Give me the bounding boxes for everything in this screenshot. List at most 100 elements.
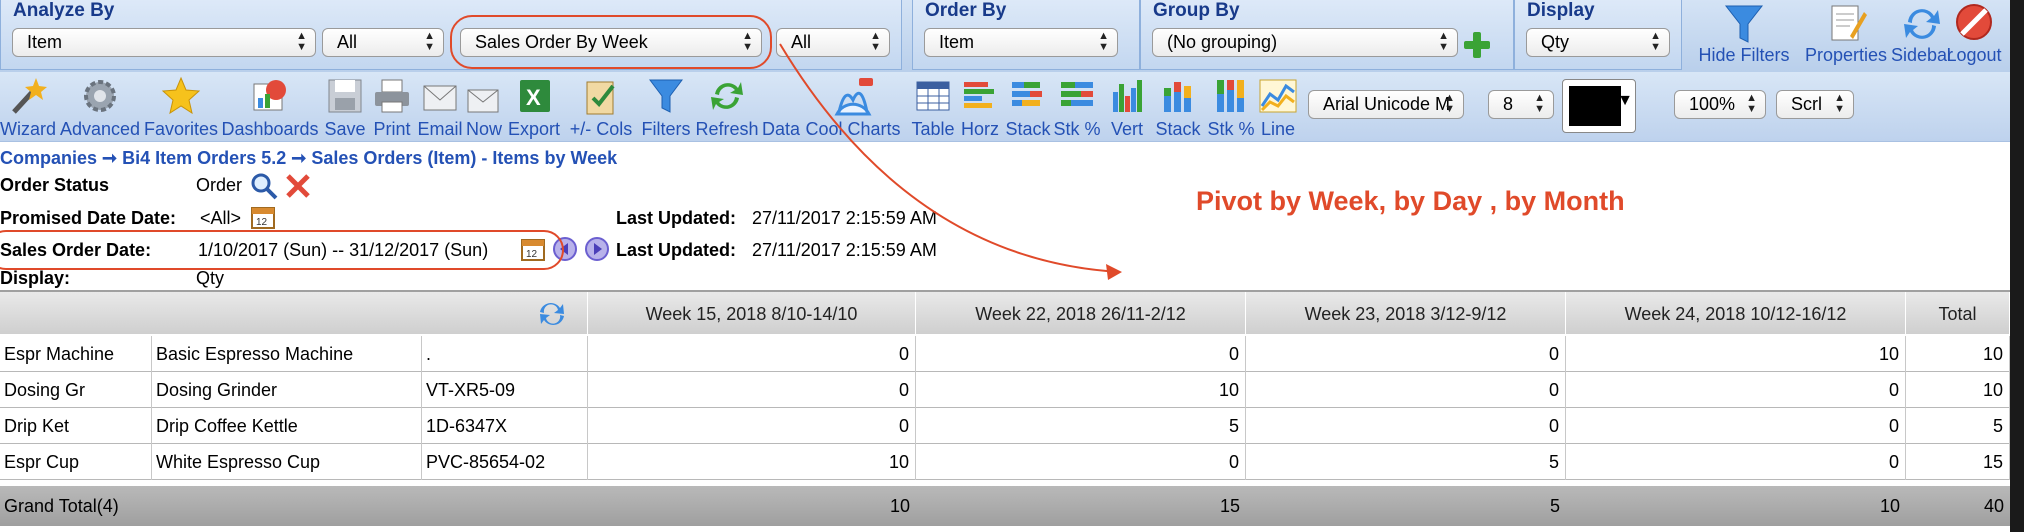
group-by-select[interactable]: (No grouping) ▲ ▼ — [1152, 28, 1458, 57]
item-code-cell: Espr Machine — [0, 336, 152, 372]
select-arrows-icon: ▲ ▼ — [296, 30, 307, 53]
dashboard-icon — [253, 80, 286, 111]
column-header-week-23[interactable]: Week 23, 2018 3/12-9/12 — [1246, 292, 1566, 336]
font-family-select[interactable]: Arial Unicode M ▲ ▼ — [1308, 90, 1464, 119]
display-select[interactable]: Qty ▲ ▼ — [1526, 28, 1670, 57]
properties-button[interactable]: Properties — [1800, 0, 1892, 70]
grand-total-cell: 10 — [1879, 496, 1900, 516]
breadcrumb: Companies ➞ Bi4 Item Orders 5.2 ➞ Sales … — [0, 148, 617, 169]
item-code-cell: Dosing Gr — [0, 372, 152, 408]
breadcrumb-item-report[interactable]: Sales Orders (Item) - Items by Week — [311, 148, 617, 168]
print-button[interactable]: Print — [368, 72, 416, 142]
close-icon[interactable] — [284, 172, 312, 200]
item-name-cell: White Espresso Cup — [152, 444, 422, 480]
column-header-total[interactable]: Total — [1906, 292, 2010, 336]
grand-total-cell: 5 — [1549, 496, 1560, 516]
value-cell: 5 — [916, 408, 1246, 444]
advanced-button[interactable]: Advanced — [58, 72, 142, 142]
font-color-picker[interactable]: ▼ — [1562, 79, 1636, 133]
analyze-by-filter-select[interactable]: All ▲ ▼ — [322, 28, 444, 57]
value-cell: 0 — [1566, 372, 1906, 408]
select-arrows-icon: ▲ ▼ — [1444, 92, 1455, 115]
analyze-by-field-select[interactable]: Item ▲ ▼ — [12, 28, 316, 57]
refresh-button[interactable]: Refresh — [694, 72, 760, 142]
wizard-wand-icon — [12, 78, 47, 114]
filters-button[interactable]: Filters — [638, 72, 694, 142]
column-header-week-22[interactable]: Week 22, 2018 26/11-2/12 — [916, 292, 1246, 336]
table-row[interactable]: Espr Machine Basic Espresso Machine . 0 … — [0, 336, 2010, 372]
order-status-label: Order Status — [0, 175, 110, 195]
select-arrows-icon: ▲ ▼ — [1534, 92, 1545, 115]
hide-filters-button[interactable]: Hide Filters — [1688, 0, 1800, 70]
add-group-icon[interactable] — [1462, 30, 1492, 60]
dashboards-button[interactable]: Dashboards — [220, 72, 320, 142]
favorites-button[interactable]: Favorites — [142, 72, 220, 142]
annotation-arrow-icon — [779, 43, 1122, 280]
scroll-select[interactable]: Scrl ▲ ▼ — [1776, 90, 1854, 119]
display-title: Display — [1527, 0, 1595, 21]
item-code-cell: Drip Ket — [0, 408, 152, 444]
columns-button[interactable]: +/- Cols — [564, 72, 638, 142]
search-icon[interactable] — [250, 172, 278, 200]
printer-icon — [375, 79, 409, 113]
wizard-button[interactable]: Wizard — [0, 72, 56, 142]
display-label: Display: — [0, 268, 71, 288]
item-sku-cell: 1D-6347X — [422, 408, 588, 444]
envelope-icon — [423, 85, 457, 111]
export-button[interactable]: X Export — [506, 72, 562, 142]
item-sku-cell: VT-XR5-09 — [422, 372, 588, 408]
grand-total-cell: 40 — [1983, 496, 2004, 516]
floppy-disk-icon — [328, 79, 362, 113]
item-code-cell: Espr Cup — [0, 444, 152, 480]
email-button[interactable]: Email — [416, 72, 464, 142]
gear-icon — [84, 80, 116, 112]
document-edit-icon — [1831, 5, 1867, 41]
column-header-week-15[interactable]: Week 15, 2018 8/10-14/10 — [588, 292, 916, 336]
breadcrumb-arrow-icon: ➞ — [291, 148, 307, 168]
column-header-week-24[interactable]: Week 24, 2018 10/12-16/12 — [1566, 292, 1906, 336]
calendar-icon[interactable]: 12 — [250, 204, 276, 230]
color-swatch — [1569, 86, 1621, 126]
stacked-column-chart-icon — [1164, 82, 1191, 112]
value-cell: 0 — [916, 444, 1246, 480]
font-size-select[interactable]: 8 ▲ ▼ — [1488, 90, 1554, 119]
select-arrows-icon: ▲ ▼ — [424, 30, 435, 53]
table-row[interactable]: Espr Cup White Espresso Cup PVC-85654-02… — [0, 444, 2010, 480]
value-cell: 0 — [1246, 372, 1566, 408]
table-header-row: Week 15, 2018 8/10-14/10 Week 22, 2018 2… — [0, 290, 2010, 336]
now-button[interactable]: Now — [464, 72, 504, 142]
svg-text:X: X — [526, 85, 541, 110]
select-arrows-icon: ▲ ▼ — [1746, 92, 1757, 115]
period-select-highlight — [450, 15, 772, 69]
stacked-percent-vertical-button[interactable]: Stk % — [1204, 72, 1258, 142]
value-cell: 0 — [1566, 408, 1906, 444]
item-sku-cell: PVC-85654-02 — [422, 444, 588, 480]
logout-button[interactable]: Logout — [1924, 0, 2024, 70]
date-range-highlight — [0, 230, 564, 270]
order-by-title: Order By — [925, 0, 1007, 21]
breadcrumb-item-bi4[interactable]: Bi4 Item Orders 5.2 — [122, 148, 286, 168]
grand-total-cell: 10 — [889, 496, 910, 516]
value-cell: 0 — [916, 336, 1246, 372]
total-cell: 10 — [1906, 372, 2010, 408]
table-row[interactable]: Dosing Gr Dosing Grinder VT-XR5-09 0 10 … — [0, 372, 2010, 408]
value-cell: 0 — [588, 408, 916, 444]
breadcrumb-arrow-icon: ➞ — [102, 148, 118, 168]
grand-total-row: Grand Total(4) 10 15 5 10 40 — [0, 486, 2010, 526]
logout-icon — [1956, 4, 1992, 40]
swap-axes-icon[interactable] — [536, 300, 568, 328]
stacked-vertical-button[interactable]: Stack — [1152, 72, 1204, 142]
total-cell: 10 — [1906, 336, 2010, 372]
table-row[interactable]: Drip Ket Drip Coffee Kettle 1D-6347X 0 5… — [0, 408, 2010, 444]
stacked-percent-column-icon — [1217, 80, 1244, 112]
order-status-value: Order — [196, 175, 243, 195]
refresh-icon — [711, 82, 743, 110]
line-chart-button[interactable]: Line — [1256, 72, 1300, 142]
breadcrumb-item-companies[interactable]: Companies — [0, 148, 97, 168]
value-cell: 0 — [1246, 336, 1566, 372]
next-period-icon[interactable] — [584, 236, 610, 262]
total-cell: 15 — [1906, 444, 2010, 480]
save-button[interactable]: Save — [322, 72, 368, 142]
zoom-select[interactable]: 100% ▲ ▼ — [1674, 90, 1766, 119]
grand-total-label: Grand Total(4) — [4, 496, 119, 516]
